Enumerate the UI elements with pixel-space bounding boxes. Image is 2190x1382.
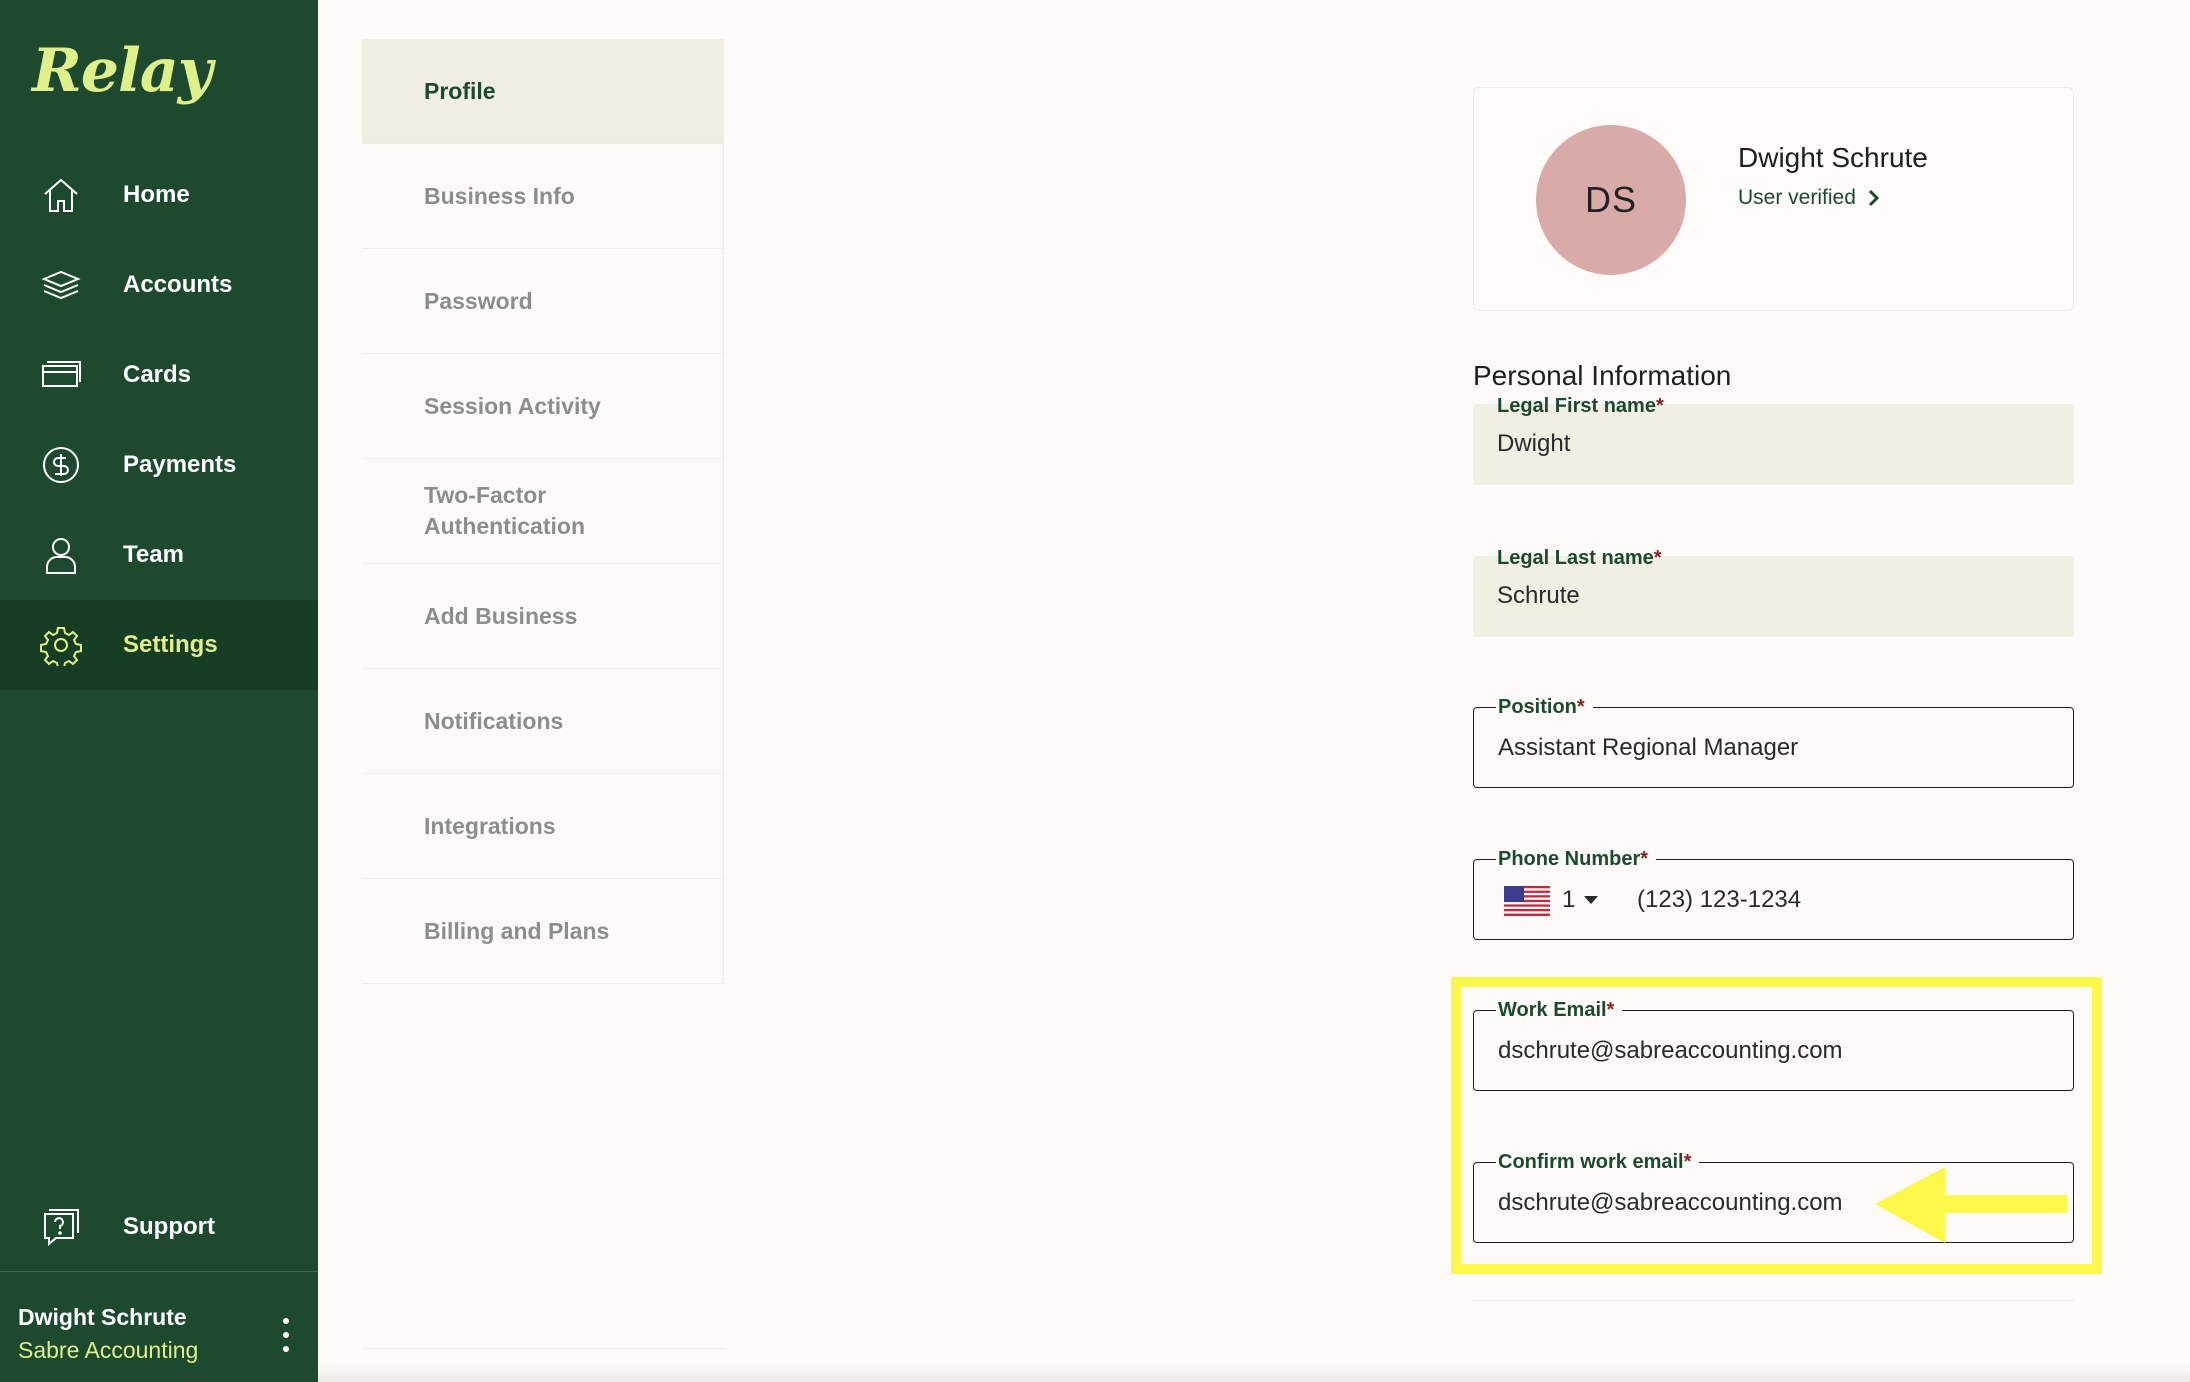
last-name-field[interactable]: Legal Last name* Schrute [1473,547,2074,637]
settings-menu-item-two-factor[interactable]: Two-Factor Authentication [362,459,723,564]
first-name-label: Legal First name* [1497,395,1664,417]
sidebar-item-support[interactable]: Support [0,1182,318,1272]
phone-number-label: Phone Number* [1496,847,1657,871]
sidebar-item-settings[interactable]: Settings [0,600,318,690]
arrow-annotation-icon [1875,1167,2067,1243]
home-icon [40,174,82,216]
position-field[interactable]: Position* Assistant Regional Manager [1473,695,2074,788]
user-org: Sabre Accounting [18,1337,199,1363]
dollar-circle-icon [40,444,82,486]
menu-divider [362,1348,724,1349]
user-name: Dwight Schrute [18,1304,187,1330]
sidebar-item-home[interactable]: Home [0,150,318,240]
user-verified-label: User verified [1738,186,1856,209]
user-block[interactable]: Dwight Schrute Sabre Accounting [18,1304,198,1364]
settings-menu-item-integrations[interactable]: Integrations [362,774,723,879]
settings-menu: Profile Business Info Password Session A… [362,39,724,985]
avatar: DS [1536,125,1686,275]
sidebar-item-label: Payments [123,451,237,478]
menu-item-label: Two-Factor Authentication [424,482,585,539]
position-label: Position* [1496,695,1593,719]
sidebar-item-cards[interactable]: Cards [0,330,318,420]
more-options-icon[interactable] [276,1318,296,1352]
sidebar-item-label: Home [123,181,190,208]
sidebar-item-label: Settings [123,631,218,658]
relay-logo[interactable]: Relay [32,36,213,106]
sidebar-item-label: Accounts [123,271,233,298]
sidebar-nav: Home Accounts Cards Payments Team Settin… [0,150,318,690]
sidebar-item-team[interactable]: Team [0,510,318,600]
sidebar-divider [0,1271,318,1272]
settings-menu-item-add-business[interactable]: Add Business [362,564,723,669]
sidebar-item-label: Team [123,541,184,568]
settings-menu-item-notifications[interactable]: Notifications [362,669,723,774]
page-bottom-shadow [318,1362,2190,1382]
first-name-field[interactable]: Legal First name* Dwight [1473,395,2074,485]
personal-information-title: Personal Information [1473,360,1732,391]
us-flag-icon [1504,886,1550,916]
form-bottom-divider [1473,1300,2074,1301]
settings-menu-item-billing[interactable]: Billing and Plans [362,879,723,984]
sidebar: Relay Home Accounts Cards Payments Team … [0,0,318,1382]
layers-icon [40,264,82,306]
gear-icon [40,624,82,666]
sidebar-item-payments[interactable]: Payments [0,420,318,510]
settings-menu-item-password[interactable]: Password [362,249,723,354]
last-name-value: Schrute [1497,582,1580,609]
profile-card: DS Dwight Schrute User verified [1473,87,2074,311]
first-name-value: Dwight [1497,430,1571,457]
person-icon [40,534,82,576]
profile-name: Dwight Schrute [1738,142,1928,173]
country-code-value: 1 [1562,886,1576,913]
chevron-right-icon [1868,189,1879,207]
last-name-label: Legal Last name* [1497,547,1662,569]
settings-menu-item-profile[interactable]: Profile [362,39,723,144]
settings-menu-item-business-info[interactable]: Business Info [362,144,723,249]
user-verified-link[interactable]: User verified [1738,186,1882,210]
help-chat-icon [44,1209,79,1247]
sidebar-item-accounts[interactable]: Accounts [0,240,318,330]
country-code-select[interactable]: 1 [1562,886,1599,914]
sidebar-item-label: Support [123,1213,215,1240]
phone-number-field[interactable]: Phone Number* 1 (123) 123-1234 [1473,847,2074,940]
caret-down-icon [1584,896,1599,904]
position-value: Assistant Regional Manager [1498,734,1799,761]
sidebar-item-label: Cards [123,361,192,388]
card-icon [40,354,82,396]
phone-number-value: (123) 123-1234 [1637,886,1802,913]
settings-menu-item-session-activity[interactable]: Session Activity [362,354,723,459]
